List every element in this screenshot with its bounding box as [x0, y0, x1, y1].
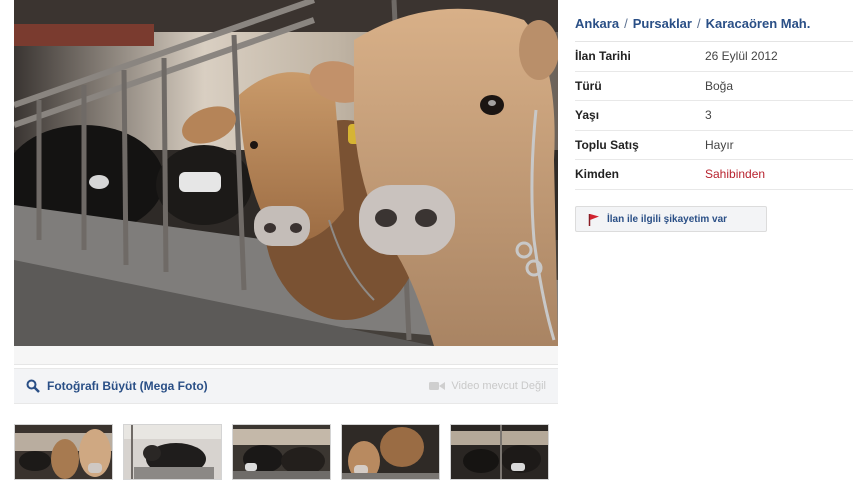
flag-icon	[588, 213, 599, 226]
breadcrumb-separator: /	[624, 16, 628, 31]
thumbnail-2-image	[124, 425, 221, 479]
thumbnail-3-image	[233, 425, 330, 479]
thumbnail-strip	[14, 424, 560, 480]
breadcrumb-neighborhood[interactable]: Karacaören Mah.	[706, 16, 811, 31]
video-availability: Video mevcut Değil	[429, 380, 546, 392]
cows-photo-illustration	[14, 0, 558, 346]
detail-row-age: Yaşı 3	[575, 101, 853, 131]
photo-toolbar: Fotoğrafı Büyüt (Mega Foto) Video mevcut…	[14, 368, 558, 404]
detail-label: Türü	[575, 78, 602, 93]
detail-value: 26 Eylül 2012	[705, 49, 778, 64]
thumbnail-5[interactable]	[450, 424, 549, 480]
thumbnail-2[interactable]	[123, 424, 222, 480]
location-breadcrumb: Ankara / Pursaklar / Karacaören Mah.	[575, 10, 853, 42]
enlarge-photo-label: Fotoğrafı Büyüt (Mega Foto)	[47, 379, 208, 393]
thumbnail-4[interactable]	[341, 424, 440, 480]
detail-value: Hayır	[705, 137, 734, 152]
detail-label: Yaşı	[575, 108, 600, 123]
video-camera-icon	[429, 382, 446, 390]
breadcrumb-district[interactable]: Pursaklar	[633, 16, 692, 31]
thumbnail-1[interactable]	[14, 424, 113, 480]
main-listing-photo[interactable]	[14, 0, 558, 346]
thumbnail-3[interactable]	[232, 424, 331, 480]
detail-label: Toplu Satış	[575, 137, 639, 152]
magnifier-icon	[26, 379, 40, 393]
detail-value: Boğa	[705, 78, 734, 93]
detail-value: 3	[705, 108, 712, 123]
detail-row-seller: Kimden Sahibinden	[575, 160, 853, 190]
report-listing-button[interactable]: İlan ile ilgili şikayetim var	[575, 206, 767, 232]
detail-value-seller: Sahibinden	[705, 167, 766, 182]
detail-label: Kimden	[575, 167, 620, 182]
breadcrumb-city[interactable]: Ankara	[575, 16, 619, 31]
report-listing-label: İlan ile ilgili şikayetim var	[607, 213, 728, 225]
thumbnail-1-image	[15, 425, 112, 479]
enlarge-photo-link[interactable]: Fotoğrafı Büyüt (Mega Foto)	[26, 379, 208, 393]
detail-row-date: İlan Tarihi 26 Eylül 2012	[575, 42, 853, 72]
thumbnail-5-image	[451, 425, 548, 479]
detail-row-type: Türü Boğa	[575, 72, 853, 101]
detail-label: İlan Tarihi	[575, 49, 631, 64]
photo-footer-strip	[14, 346, 558, 365]
breadcrumb-separator: /	[696, 16, 701, 31]
video-availability-label: Video mevcut Değil	[451, 380, 546, 392]
listing-info-panel: Ankara / Pursaklar / Karacaören Mah. İlan Ta…	[575, 10, 853, 190]
thumbnail-4-image	[342, 425, 439, 479]
detail-row-bulk-sale: Toplu Satış Hayır	[575, 131, 853, 160]
